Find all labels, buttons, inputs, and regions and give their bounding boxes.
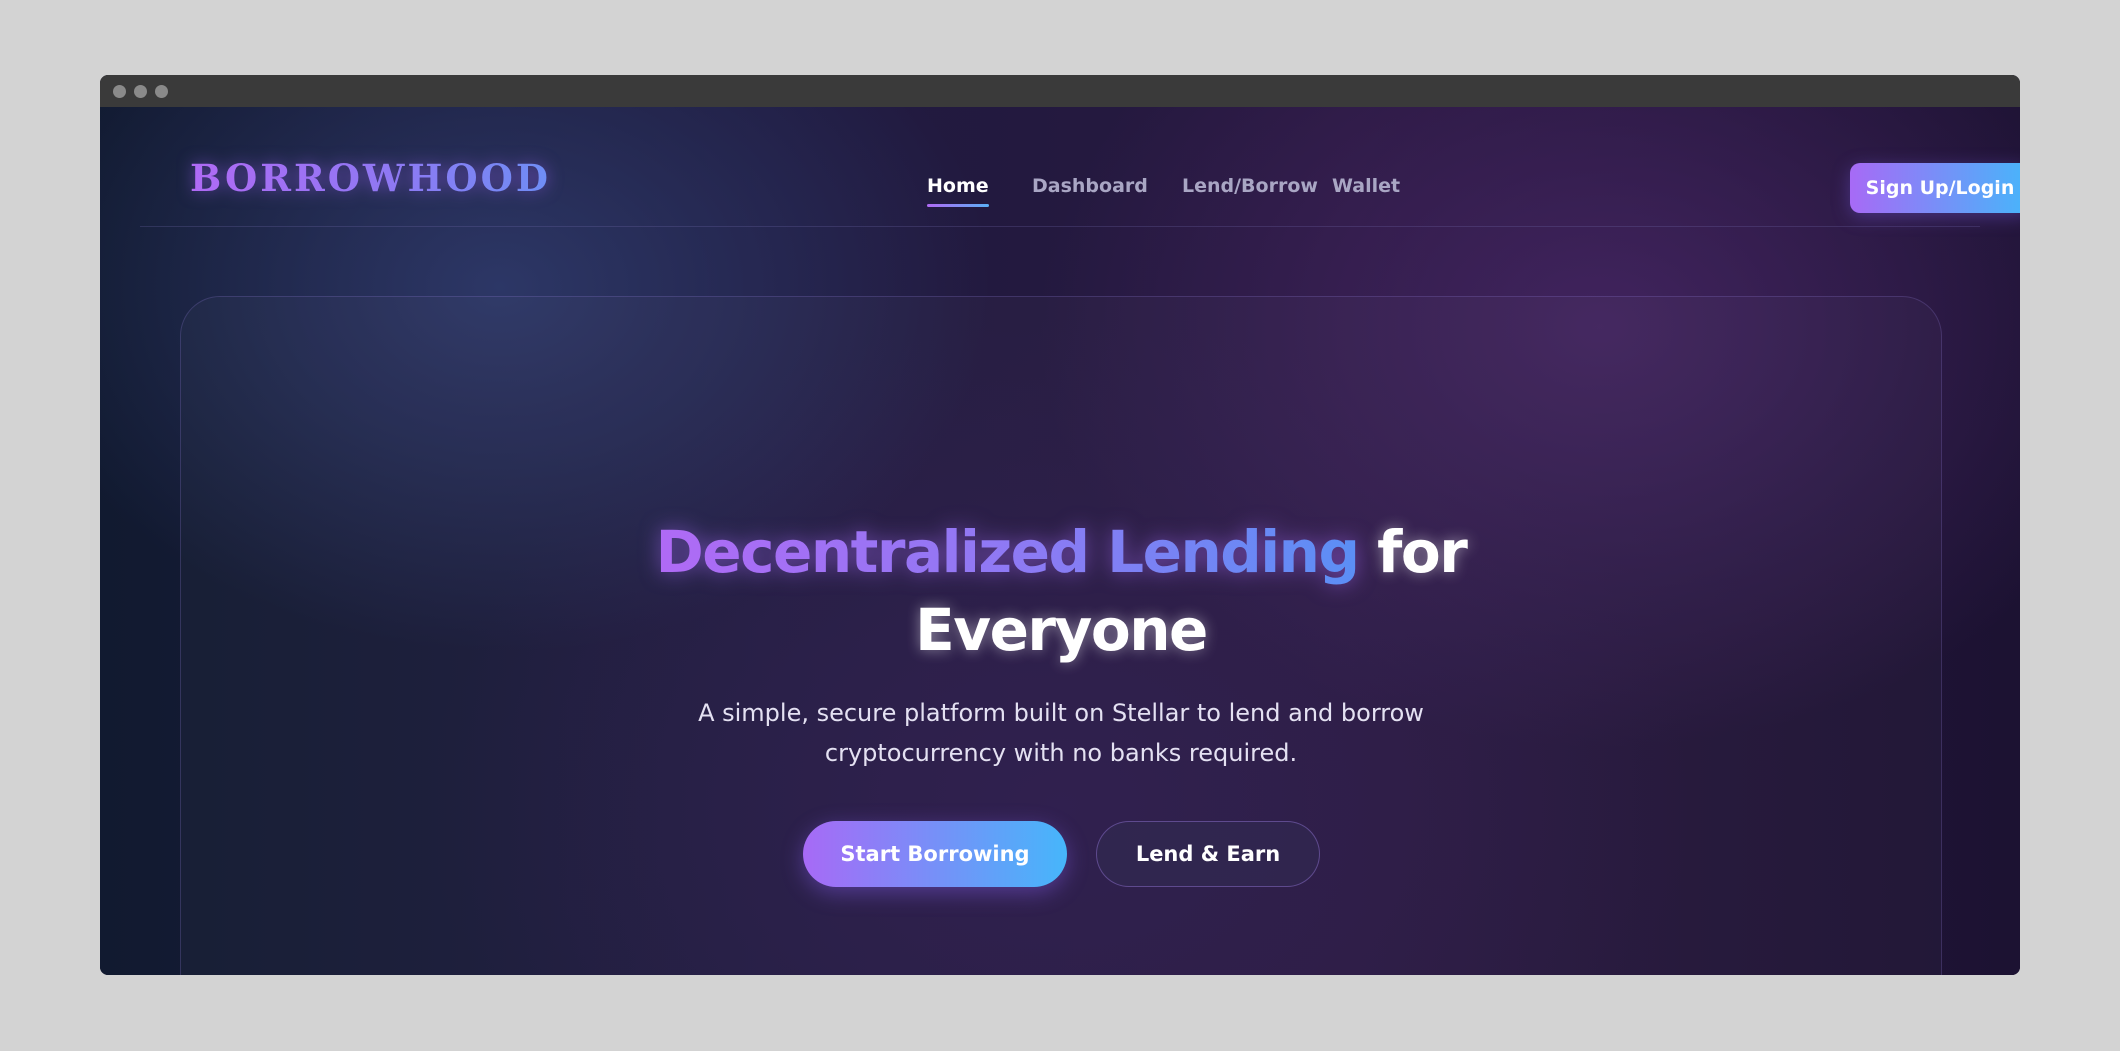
browser-window: BORROWHOOD Home Dashboard Lend/Borrow Wa… <box>100 75 2020 975</box>
nav-link-dashboard[interactable]: Dashboard <box>1032 175 1148 197</box>
hero-headline: Decentralized Lending for Everyone <box>181 513 1941 669</box>
hero-card: Decentralized Lending for Everyone A simp… <box>180 296 1942 975</box>
window-dot-2[interactable] <box>134 84 147 98</box>
headline-everyone: Everyone <box>915 596 1208 664</box>
window-titlebar <box>100 75 2020 107</box>
nav-link-wallet[interactable]: Wallet <box>1332 175 1400 197</box>
window-dot-1[interactable] <box>113 84 126 98</box>
nav-link-home[interactable]: Home <box>927 175 989 207</box>
navbar: BORROWHOOD Home Dashboard Lend/Borrow Wa… <box>140 107 2020 227</box>
headline-for: for <box>1377 518 1468 586</box>
hero-subtitle: A simple, secure platform built on Stell… <box>641 693 1481 773</box>
start-borrowing-button[interactable]: Start Borrowing <box>803 821 1067 887</box>
subtitle-line-1: A simple, secure platform built on Stell… <box>698 699 1424 727</box>
lend-earn-button[interactable]: Lend & Earn <box>1096 821 1320 887</box>
headline-gradient-text: Decentralized Lending <box>655 518 1360 586</box>
signup-login-button[interactable]: Sign Up/Login <box>1850 163 2020 213</box>
window-dot-3[interactable] <box>155 84 168 98</box>
nav-links: Home Dashboard Lend/Borrow Wallet <box>140 107 1980 226</box>
page-viewport: BORROWHOOD Home Dashboard Lend/Borrow Wa… <box>100 107 2020 975</box>
nav-link-lend-borrow[interactable]: Lend/Borrow <box>1182 175 1318 197</box>
subtitle-line-2: cryptocurrency with no banks required. <box>824 739 1298 767</box>
